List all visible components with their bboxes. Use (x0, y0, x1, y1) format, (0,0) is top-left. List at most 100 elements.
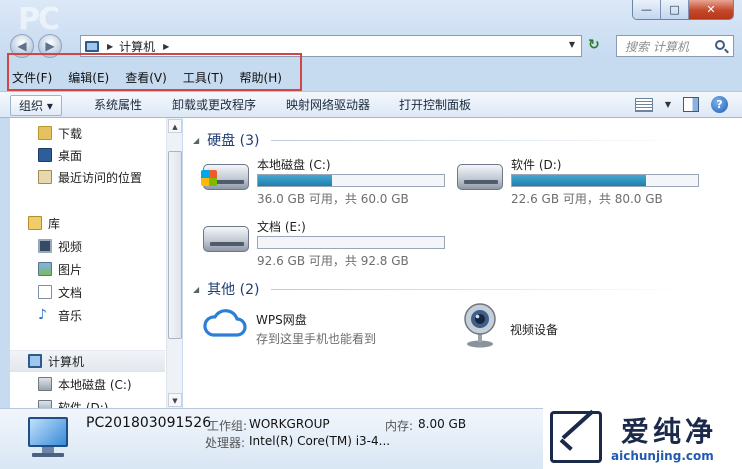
libraries-folder-icon (28, 216, 42, 230)
scroll-down-icon[interactable]: ▼ (168, 393, 182, 407)
windows-logo-icon (201, 170, 217, 186)
section-title: 其他 (2) (207, 282, 260, 298)
workgroup-label: 工作组: (207, 419, 248, 433)
section-hard-disks[interactable]: ◢ 硬盘 (3) (183, 130, 692, 150)
drive-usage-fill (258, 175, 333, 186)
videos-library-icon (38, 239, 52, 253)
nav-item-computer[interactable]: 计算机 (10, 350, 165, 372)
forward-arrow-icon: ▶ (45, 39, 55, 53)
breadcrumb-computer[interactable]: 计算机 (119, 38, 155, 55)
drive-e[interactable]: 文档 (E:) 92.6 GB 可用，共 92.8 GB (203, 218, 453, 270)
webcam-icon[interactable] (463, 302, 497, 348)
nav-scrollbar[interactable]: ▲ ▼ (166, 118, 182, 408)
hard-drive-icon (203, 226, 249, 252)
processor-value: Intel(R) Core(TM) i3-4... (249, 434, 391, 448)
site-watermark: 爱纯净 aichunjing.com (543, 408, 742, 469)
monitor-base-shape (32, 453, 64, 457)
nav-item-videos[interactable]: 视频 (10, 235, 165, 257)
collapse-triangle-icon[interactable]: ◢ (193, 285, 199, 294)
nav-item-music[interactable]: ♪ 音乐 (10, 304, 165, 326)
nav-item-libraries[interactable]: 库 (10, 212, 165, 234)
uninstall-program-button[interactable]: 卸载或更改程序 (172, 96, 256, 113)
nav-item-pictures[interactable]: 图片 (10, 258, 165, 280)
drive-icon (38, 377, 52, 391)
maximize-button[interactable]: □ (661, 0, 689, 19)
breadcrumb-arrow-icon[interactable]: ▶ (107, 42, 113, 51)
breadcrumb-arrow-icon[interactable]: ▶ (163, 42, 169, 51)
drive-usage-fill (512, 175, 646, 186)
nav-item-label: 文档 (58, 285, 83, 300)
drive-d[interactable]: 软件 (D:) 22.6 GB 可用，共 80.0 GB (457, 156, 707, 208)
nav-item-downloads[interactable]: 下载 (10, 122, 165, 144)
back-arrow-icon: ◀ (17, 39, 27, 53)
drive-name: 本地磁盘 (C:) (257, 158, 331, 172)
organize-button[interactable]: 组织 ▾ (10, 95, 62, 116)
section-title: 硬盘 (3) (207, 133, 260, 149)
hard-drive-icon (457, 164, 503, 190)
highlight-box (7, 53, 302, 91)
pictures-library-icon (38, 262, 52, 276)
nav-item-recent-places[interactable]: 最近访问的位置 (10, 166, 165, 188)
close-button[interactable]: ✕ (689, 0, 733, 19)
nav-item-label: 计算机 (48, 354, 85, 369)
computer-name: PC201803091526 (86, 415, 212, 431)
monitor-shape (28, 417, 68, 447)
nav-item-desktop[interactable]: 桌面 (10, 144, 165, 166)
open-control-panel-button[interactable]: 打开控制面板 (399, 96, 471, 113)
memory-label: 内存: (385, 419, 414, 433)
drive-name: 文档 (E:) (257, 220, 306, 234)
view-dropdown-icon[interactable]: ▼ (665, 100, 671, 109)
search-icon[interactable] (715, 40, 725, 50)
desktop-icon (38, 148, 52, 162)
computer-icon (28, 354, 42, 368)
section-other[interactable]: ◢ 其他 (2) (183, 279, 692, 299)
nav-item-documents[interactable]: 文档 (10, 281, 165, 303)
nav-item-label: 库 (48, 216, 61, 231)
section-divider (271, 139, 692, 141)
workgroup-value: WORKGROUP (249, 417, 330, 431)
processor-label: 处理器: (205, 436, 246, 450)
collapse-triangle-icon[interactable]: ◢ (193, 136, 199, 145)
content-pane: ◢ 硬盘 (3) 本地磁盘 (C:) 36.0 GB 可用，共 60.0 GB … (183, 118, 742, 408)
wps-drive-name[interactable]: WPS网盘 (256, 311, 307, 328)
title-bar: PC — □ ✕ (0, 0, 742, 37)
drive-usage-bar (257, 236, 445, 249)
wps-drive-description: 存到这里手机也能看到 (256, 332, 377, 346)
recent-places-icon (38, 170, 52, 184)
site-name: 爱纯净 (621, 415, 718, 448)
section-divider (271, 288, 692, 290)
drive-usage-bar (257, 174, 445, 187)
music-note-icon: ♪ (38, 307, 47, 323)
map-network-drive-button[interactable]: 映射网络驱动器 (286, 96, 370, 113)
drive-c[interactable]: 本地磁盘 (C:) 36.0 GB 可用，共 60.0 GB (201, 156, 453, 208)
preview-pane-icon[interactable] (683, 97, 699, 112)
scroll-thumb[interactable] (168, 151, 182, 339)
refresh-icon[interactable]: ↻ (588, 37, 600, 53)
minimize-button[interactable]: — (633, 0, 661, 19)
site-url: aichunjing.com (611, 449, 714, 463)
view-list-icon[interactable] (634, 97, 653, 112)
cloud-icon[interactable] (203, 308, 247, 338)
scroll-up-icon[interactable]: ▲ (168, 119, 182, 133)
documents-library-icon (38, 285, 52, 299)
nav-item-label: 图片 (58, 262, 83, 277)
address-dropdown-icon[interactable]: ▼ (569, 40, 575, 49)
memory-value: 8.00 GB (418, 417, 467, 431)
navigation-pane: 下载 桌面 最近访问的位置 库 视频 图片 文档 ♪ 音乐 计算机 本地磁盘 (… (10, 118, 182, 415)
drive-usage-text: 22.6 GB 可用，共 80.0 GB (511, 192, 663, 206)
site-logo-icon (550, 411, 602, 463)
window-controls: — □ ✕ (632, 0, 734, 20)
search-input[interactable]: 搜索 计算机 (616, 35, 734, 57)
drive-usage-bar (511, 174, 699, 187)
drive-name: 软件 (D:) (511, 158, 562, 172)
system-properties-button[interactable]: 系统属性 (94, 96, 142, 113)
nav-item-label: 桌面 (58, 148, 83, 163)
downloads-folder-icon (38, 126, 52, 140)
drive-usage-text: 36.0 GB 可用，共 60.0 GB (257, 192, 409, 206)
nav-item-label: 下载 (58, 126, 83, 141)
help-icon[interactable]: ? (711, 96, 728, 113)
nav-item-drive-c[interactable]: 本地磁盘 (C:) (10, 373, 165, 395)
nav-item-label: 视频 (58, 239, 83, 254)
video-device-name[interactable]: 视频设备 (510, 321, 558, 338)
explorer-window: PC — □ ✕ ◀ ▶ ▶ 计算机 ▶ ▼ ↻ 搜索 计算机 文件(F) 编辑… (0, 0, 742, 469)
